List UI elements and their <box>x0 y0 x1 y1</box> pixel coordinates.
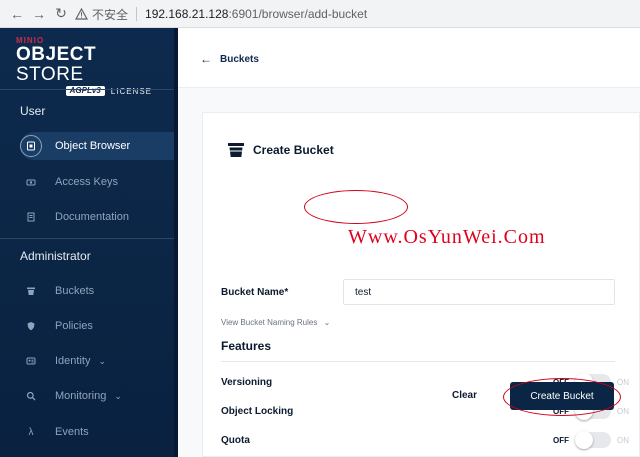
toggle-on-label: ON <box>617 406 629 416</box>
bucket-name-value: test <box>355 286 372 298</box>
sidebar-item-label: Object Browser <box>55 140 131 152</box>
annotation-ellipse <box>503 378 621 416</box>
toggle-off-label: OFF <box>553 435 569 445</box>
forward-arrow-icon[interactable]: → <box>28 3 50 25</box>
document-icon <box>20 206 42 228</box>
sidebar-item-label: Identity <box>55 355 91 367</box>
naming-rules-label: View Bucket Naming Rules <box>221 318 318 327</box>
features-heading: Features <box>221 339 272 353</box>
back-arrow-icon[interactable]: ← <box>6 3 28 25</box>
bucket-name-input[interactable]: test <box>343 279 615 305</box>
naming-rules-toggle[interactable]: View Bucket Naming Rules ⌄ <box>221 318 330 327</box>
toggle-on-label: ON <box>617 377 629 387</box>
sidebar-item-label: Monitoring <box>55 390 107 402</box>
sidebar-item-label: Documentation <box>55 211 129 223</box>
license-label: LICENSE <box>110 86 152 96</box>
sidebar-item-object-browser[interactable]: Object Browser <box>20 132 174 160</box>
sidebar-item-events[interactable]: λ Events <box>20 418 174 446</box>
search-icon <box>20 385 42 407</box>
reload-icon[interactable]: ↻ <box>50 3 72 25</box>
bucket-name-label: Bucket Name* <box>221 287 289 298</box>
chevron-down-icon: ⌄ <box>323 318 331 327</box>
versioning-label: Versioning <box>221 377 273 388</box>
sidebar-divider <box>0 89 174 90</box>
page-title: Create Bucket <box>227 141 334 159</box>
address-separator <box>136 7 138 21</box>
warning-icon[interactable] <box>74 7 88 21</box>
chevron-down-icon: ⌄ <box>114 390 122 401</box>
toggle-knob <box>575 431 593 449</box>
page-header: ← Buckets <box>178 28 640 88</box>
sidebar-item-label: Buckets <box>55 285 95 297</box>
logo-title: OBJECT STORE <box>16 45 166 85</box>
back-link-label: Buckets <box>220 53 259 65</box>
sidebar-item-documentation[interactable]: Documentation <box>20 203 174 231</box>
toggle-on-label: ON <box>617 435 629 445</box>
back-arrow-icon: ← <box>200 52 212 66</box>
administrator-section-title: Administrator <box>20 249 91 263</box>
quota-toggle[interactable]: OFF ON <box>553 431 629 449</box>
sidebar-item-label: Access Keys <box>55 176 118 188</box>
back-to-buckets-link[interactable]: ← Buckets <box>200 52 259 66</box>
bucket-icon <box>227 141 245 159</box>
logo-title-thin: STORE <box>16 64 84 85</box>
quota-label: Quota <box>221 435 250 446</box>
url-host: 192.168.21.128 <box>145 7 229 21</box>
sidebar-item-label: Events <box>55 426 89 438</box>
shield-icon <box>20 315 42 337</box>
clear-button[interactable]: Clear <box>452 390 477 401</box>
sidebar-item-access-keys[interactable]: Access Keys <box>20 168 174 196</box>
user-section-title: User <box>20 104 46 118</box>
browser-toolbar: ← → ↻ 不安全 192.168.21.128:6901/browser/ad… <box>0 0 640 28</box>
toggle-switch[interactable] <box>575 431 611 449</box>
page-title-label: Create Bucket <box>253 143 334 157</box>
annotation-ellipse <box>304 190 408 224</box>
key-icon <box>20 171 42 193</box>
sidebar-item-identity[interactable]: Identity ⌄ <box>20 347 174 375</box>
bucket-icon <box>20 280 42 302</box>
sidebar-divider <box>0 238 174 239</box>
sidebar-item-policies[interactable]: Policies <box>20 312 174 340</box>
chevron-down-icon: ⌄ <box>98 355 107 366</box>
insecure-label: 不安全 <box>92 7 129 22</box>
features-divider <box>221 361 615 362</box>
sidebar-item-label: Policies <box>55 320 93 332</box>
watermark-text: Www.OsYunWei.Com <box>348 226 546 248</box>
address-bar[interactable]: 不安全 192.168.21.128:6901/browser/add-buck… <box>74 4 634 24</box>
minio-logo[interactable]: MINIO OBJECT STORE AGPLv3 LICENSE <box>16 36 166 96</box>
logo-license-row: AGPLv3 LICENSE <box>16 86 166 96</box>
identity-icon <box>20 350 42 372</box>
logo-title-bold: OBJECT <box>16 44 97 65</box>
url-path: :6901/browser/add-bucket <box>228 7 368 21</box>
folder-icon <box>20 135 42 157</box>
agpl-badge: AGPLv3 <box>65 86 105 96</box>
lambda-icon: λ <box>28 426 34 438</box>
sidebar: MINIO OBJECT STORE AGPLv3 LICENSE User O… <box>0 28 178 457</box>
sidebar-item-monitoring[interactable]: Monitoring ⌄ <box>20 382 174 410</box>
object-locking-label: Object Locking <box>221 406 294 417</box>
sidebar-item-buckets[interactable]: Buckets <box>20 277 174 305</box>
